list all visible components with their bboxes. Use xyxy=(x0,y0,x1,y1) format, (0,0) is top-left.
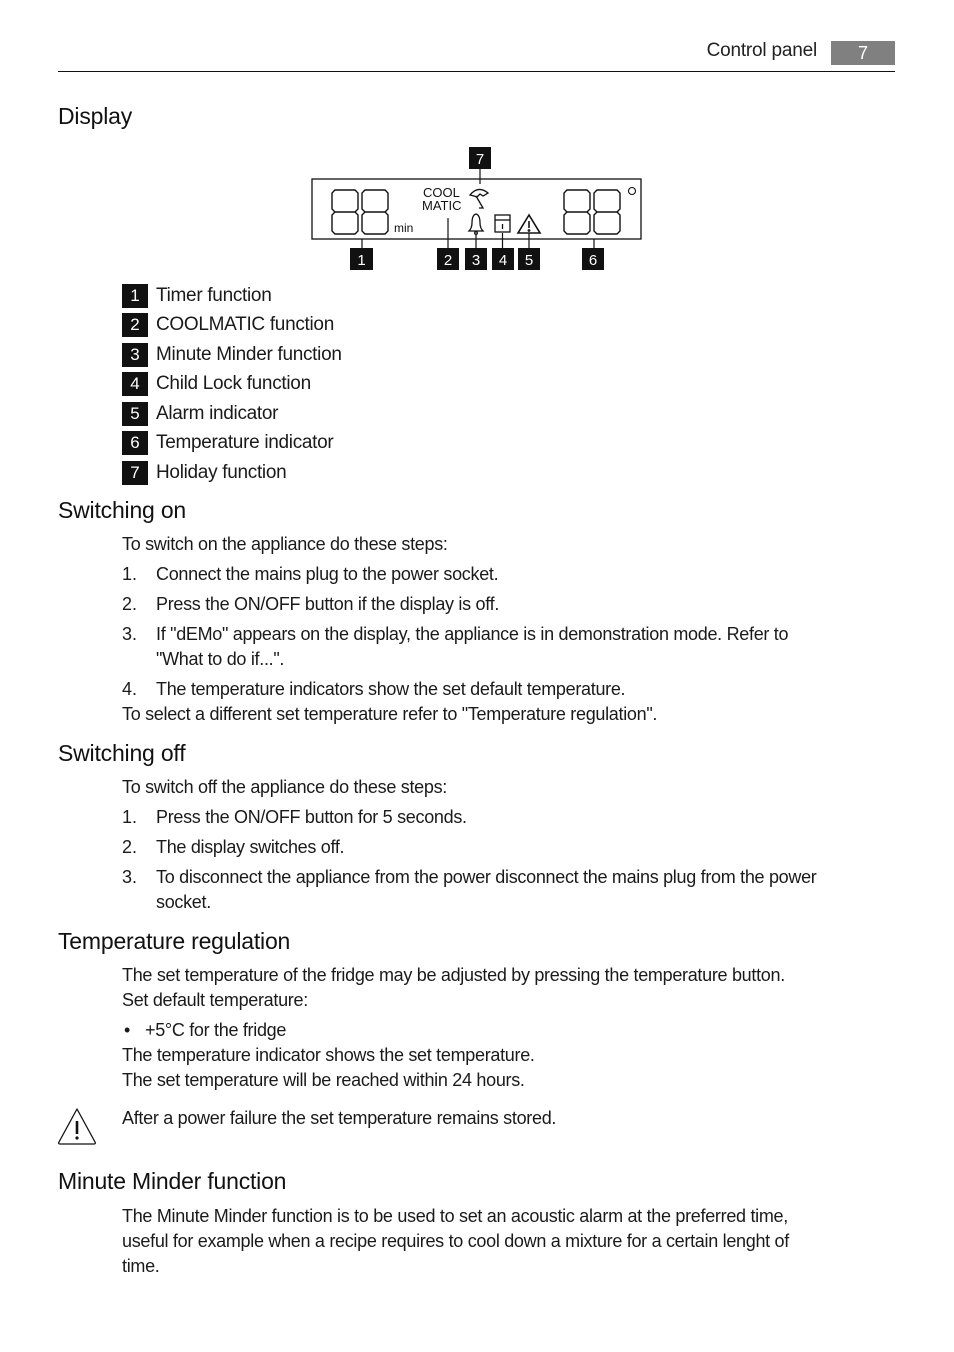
svg-text:6: 6 xyxy=(589,252,597,269)
step-number: 2. xyxy=(122,594,138,614)
callout-4: 4 xyxy=(492,248,514,270)
callout-1: 1 xyxy=(350,248,373,270)
legend-item: 5 Alarm indicator xyxy=(122,402,279,426)
callout-5: 5 xyxy=(518,248,540,270)
temperature-digits-icon xyxy=(563,189,621,235)
minute-minder-line3: time. xyxy=(122,1256,160,1276)
step-number: 3. xyxy=(122,867,138,887)
timer-unit-label: min xyxy=(394,221,413,235)
legend-item: 7 Holiday function xyxy=(122,461,287,485)
svg-text:4: 4 xyxy=(499,252,507,269)
svg-text:7: 7 xyxy=(476,151,484,168)
legend-number: 6 xyxy=(122,431,148,455)
legend-item: 1 Timer function xyxy=(122,284,272,308)
legend-item: 6 Temperature indicator xyxy=(122,431,334,455)
coolmatic-label-line2: MATIC xyxy=(422,198,461,213)
switching-on-intro: To switch on the appliance do these step… xyxy=(122,534,448,554)
svg-text:5: 5 xyxy=(525,252,533,269)
step-text: The display switches off. xyxy=(156,837,345,857)
minute-minder-line1: The Minute Minder function is to be used… xyxy=(122,1206,788,1226)
warning-triangle-icon xyxy=(58,1108,96,1145)
minute-minder-line2: useful for example when a recipe require… xyxy=(122,1231,789,1251)
legend-label: Timer function xyxy=(156,285,272,306)
child-lock-icon xyxy=(494,214,511,233)
display-panel-diagram: min COOL MATIC 7 1 2 3 4 5 6 xyxy=(311,147,642,270)
legend-label: Child Lock function xyxy=(156,373,311,394)
temp-reg-line4: The set temperature will be reached with… xyxy=(122,1070,525,1090)
callout-3: 3 xyxy=(465,248,487,270)
legend-item: 2 COOLMATIC function xyxy=(122,313,334,337)
legend-label: Temperature indicator xyxy=(156,432,334,453)
temp-reg-line1: The set temperature of the fridge may be… xyxy=(122,965,785,985)
step-number: 2. xyxy=(122,837,138,857)
legend-number: 7 xyxy=(122,461,148,485)
heading-minute-minder: Minute Minder function xyxy=(58,1168,287,1194)
legend-label: COOLMATIC function xyxy=(156,314,334,335)
legend-label: Holiday function xyxy=(156,462,287,483)
heading-display: Display xyxy=(58,103,133,129)
callout-7: 7 xyxy=(469,147,491,169)
header-section-title: Control panel xyxy=(706,40,818,61)
legend-label: Minute Minder function xyxy=(156,344,342,365)
step-text-continued: "What to do if...". xyxy=(156,649,285,669)
legend-number: 1 xyxy=(122,284,148,308)
holiday-umbrella-icon xyxy=(468,188,490,209)
heading-switching-off: Switching off xyxy=(58,740,186,766)
page-header: Control panel 7 xyxy=(58,38,895,72)
svg-text:1: 1 xyxy=(357,252,365,269)
legend-number: 4 xyxy=(122,372,148,396)
minute-minder-bell-icon xyxy=(467,213,485,235)
temp-reg-line3: The temperature indicator shows the set … xyxy=(122,1045,535,1065)
step-text: To disconnect the appliance from the pow… xyxy=(156,867,817,887)
heading-temperature-regulation: Temperature regulation xyxy=(58,928,291,954)
timer-digits-icon xyxy=(331,189,389,235)
step-number: 1. xyxy=(122,807,138,827)
legend-number: 2 xyxy=(122,313,148,337)
callout-2: 2 xyxy=(437,248,459,270)
legend-item: 3 Minute Minder function xyxy=(122,343,342,367)
switching-on-outro: To select a different set temperature re… xyxy=(122,704,658,724)
legend-label: Alarm indicator xyxy=(156,403,279,424)
step-number: 1. xyxy=(122,564,138,584)
bullet-icon: • xyxy=(124,1020,131,1040)
power-failure-warning: After a power failure the set temperatur… xyxy=(122,1108,557,1128)
page-number: 7 xyxy=(831,41,895,65)
callout-6: 6 xyxy=(582,248,604,270)
step-number: 4. xyxy=(122,679,138,699)
temp-reg-line2: Set default temperature: xyxy=(122,990,308,1010)
step-text: Press the ON/OFF button for 5 seconds. xyxy=(156,807,467,827)
switching-off-intro: To switch off the appliance do these ste… xyxy=(122,777,447,797)
degree-symbol-icon xyxy=(627,186,637,196)
legend-number: 5 xyxy=(122,402,148,426)
step-text: If "dEMo" appears on the display, the ap… xyxy=(156,624,789,644)
svg-text:2: 2 xyxy=(444,252,452,269)
step-text: Press the ON/OFF button if the display i… xyxy=(156,594,500,614)
step-text: Connect the mains plug to the power sock… xyxy=(156,564,499,584)
step-text: The temperature indicators show the set … xyxy=(156,679,626,699)
step-text-continued: socket. xyxy=(156,892,211,912)
step-number: 3. xyxy=(122,624,138,644)
legend-number: 3 xyxy=(122,343,148,367)
legend-item: 4 Child Lock function xyxy=(122,372,311,396)
default-temp-bullet: +5°C for the fridge xyxy=(145,1020,287,1040)
svg-text:3: 3 xyxy=(472,252,480,269)
alarm-warning-icon xyxy=(516,213,542,234)
heading-switching-on: Switching on xyxy=(58,497,187,523)
